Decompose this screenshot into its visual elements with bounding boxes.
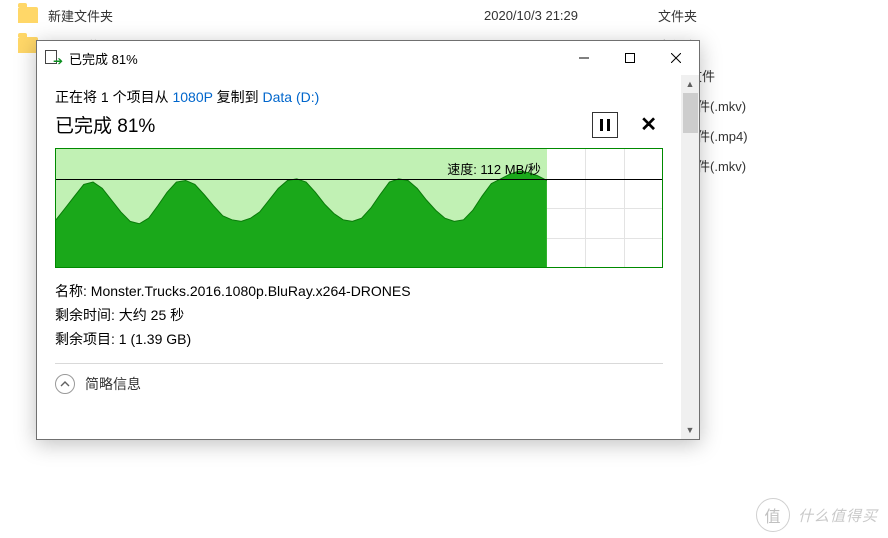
from-prefix: 正在将 1 个项目从 <box>55 89 172 105</box>
scroll-thumb[interactable] <box>683 93 698 133</box>
titlebar[interactable]: ➔ 已完成 81% <box>37 41 699 75</box>
copy-from-to: 正在将 1 个项目从 1080P 复制到 Data (D:) <box>55 87 663 107</box>
chart-speed-label: 速度: 112 MB/秒 <box>445 158 543 179</box>
file-name: 新建文件夹 <box>48 6 428 25</box>
progress-title: 已完成 81% <box>55 111 155 138</box>
scroll-down-icon[interactable]: ▼ <box>681 421 699 439</box>
dialog-title: 已完成 81% <box>69 49 138 68</box>
scrollbar[interactable]: ▲ ▼ <box>681 75 699 439</box>
source-link[interactable]: 1080P <box>172 89 212 105</box>
maximize-button[interactable] <box>607 42 653 74</box>
pause-button[interactable] <box>592 112 618 138</box>
divider <box>55 363 663 364</box>
name-value: Monster.Trucks.2016.1080p.BluRay.x264-DR… <box>91 283 411 299</box>
time-value: 大约 25 秒 <box>119 307 184 323</box>
folder-icon <box>18 7 38 23</box>
dest-link[interactable]: Data (D:) <box>262 89 319 105</box>
watermark-badge: 值 <box>756 498 790 532</box>
items-label: 剩余项目: <box>55 331 119 347</box>
file-row[interactable]: 新建文件夹 2020/10/3 21:29 文件夹 <box>0 0 888 30</box>
transfer-details: 名称: Monster.Trucks.2016.1080p.BluRay.x26… <box>55 280 663 351</box>
watermark: 值 什么值得买 <box>756 498 878 532</box>
chart-speed-line <box>56 179 662 180</box>
watermark-text: 什么值得买 <box>798 505 878 526</box>
more-info-label: 简略信息 <box>85 374 141 394</box>
file-type: 文件夹 <box>628 6 888 25</box>
time-label: 剩余时间: <box>55 307 119 323</box>
minimize-button[interactable] <box>561 42 607 74</box>
scroll-up-icon[interactable]: ▲ <box>681 75 699 93</box>
name-label: 名称: <box>55 283 91 299</box>
file-date: 2020/10/3 21:29 <box>428 8 628 23</box>
items-value: 1 (1.39 GB) <box>119 331 191 347</box>
more-info-toggle[interactable]: 简略信息 <box>55 374 663 394</box>
chevron-up-icon <box>55 374 75 394</box>
folder-icon <box>18 37 38 53</box>
copy-icon: ➔ <box>45 50 61 66</box>
from-mid: 复制到 <box>213 89 263 105</box>
chart-remaining <box>547 149 662 267</box>
copy-dialog: ➔ 已完成 81% 正在将 1 个项目从 1080P 复制到 Data (D:)… <box>36 40 700 440</box>
cancel-button[interactable]: ✕ <box>634 112 663 137</box>
close-button[interactable] <box>653 42 699 74</box>
speed-chart: 速度: 112 MB/秒 <box>55 148 663 268</box>
